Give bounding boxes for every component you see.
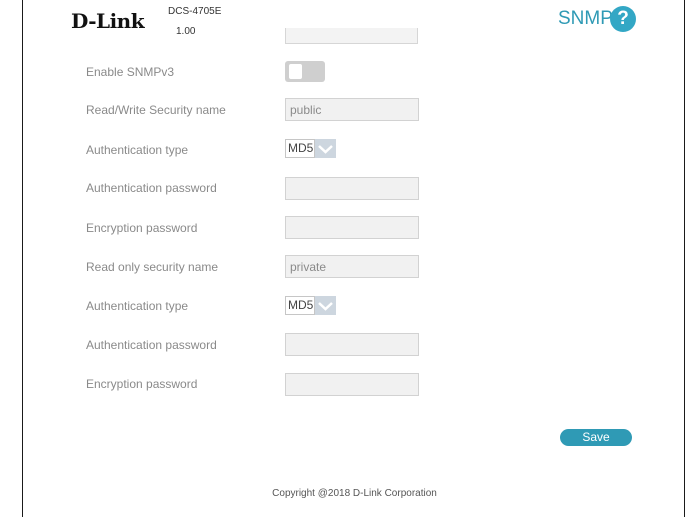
dlink-logo: D-Link	[71, 9, 145, 33]
ro-security-name-label: Read only security name	[86, 260, 219, 274]
rw-encryption-password-label: Encryption password	[86, 221, 198, 235]
enable-snmpv3-label: Enable SNMPv3	[86, 65, 175, 79]
model-name: DCS-4705E	[168, 6, 222, 17]
rw-auth-password-label: Authentication password	[86, 181, 217, 195]
page-title: SNMP	[558, 8, 613, 29]
ro-auth-type-label: Authentication type	[86, 299, 189, 313]
page-frame: D-Link DCS-4705E 1.00 SNMP ? Enable SNMP…	[22, 0, 685, 517]
chevron-down-icon	[315, 296, 336, 315]
ro-auth-password-label: Authentication password	[86, 338, 217, 352]
rw-auth-password-input[interactable]	[285, 177, 419, 200]
ro-auth-password-input[interactable]	[285, 333, 419, 356]
save-button[interactable]: Save	[560, 429, 632, 446]
rw-auth-type-select[interactable]: MD5	[285, 139, 336, 158]
ro-auth-type-value: MD5	[285, 296, 315, 315]
rw-encryption-password-input[interactable]	[285, 216, 419, 239]
scrolled-input-partial[interactable]	[285, 28, 418, 44]
copyright-text: Copyright @2018 D-Link Corporation	[272, 488, 437, 499]
rw-auth-type-label: Authentication type	[86, 143, 189, 157]
firmware-version: 1.00	[176, 26, 196, 37]
rw-security-name-input[interactable]	[285, 98, 419, 121]
ro-security-name-input[interactable]	[285, 255, 419, 278]
ro-encryption-password-label: Encryption password	[86, 377, 198, 391]
ro-encryption-password-input[interactable]	[285, 373, 419, 396]
ro-auth-type-select[interactable]: MD5	[285, 296, 336, 315]
rw-security-name-label: Read/Write Security name	[86, 103, 226, 117]
enable-snmpv3-toggle[interactable]	[285, 61, 325, 82]
help-icon[interactable]: ?	[610, 6, 636, 32]
chevron-down-icon	[315, 139, 336, 158]
rw-auth-type-value: MD5	[285, 139, 315, 158]
toggle-knob	[289, 64, 302, 79]
